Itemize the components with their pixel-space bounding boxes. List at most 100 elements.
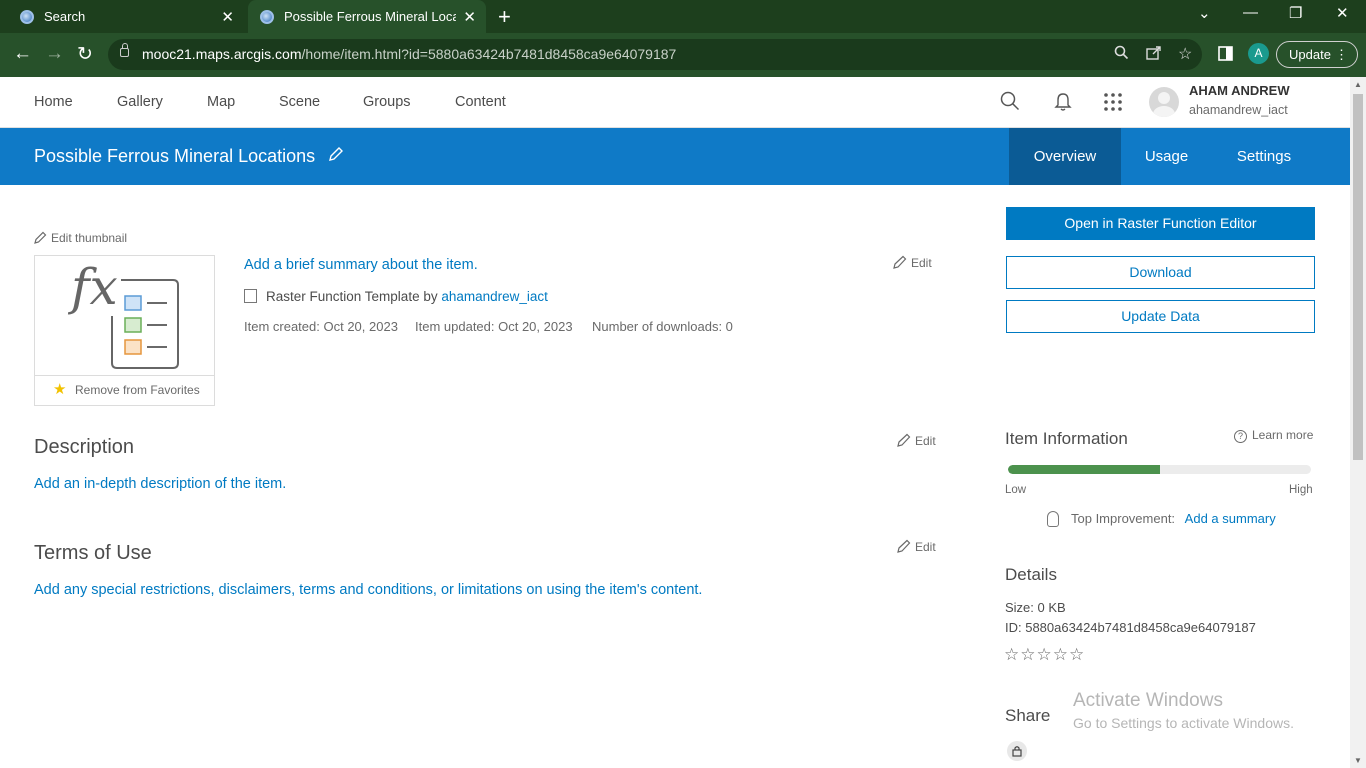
tab-title: Possible Ferrous Mineral Locatio — [284, 9, 456, 24]
address-bar[interactable]: mooc21.maps.arcgis.com/home/item.html?id… — [108, 39, 1202, 70]
minimize-window-button[interactable]: — — [1243, 4, 1258, 21]
forward-button[interactable]: → — [45, 43, 64, 65]
edit-description-button[interactable]: Edit — [897, 433, 936, 448]
globe-favicon-icon — [260, 9, 274, 24]
bookmark-star-icon[interactable]: ☆ — [1178, 44, 1192, 64]
globe-favicon-icon — [20, 9, 34, 24]
lightbulb-icon — [1047, 511, 1059, 527]
meter-high-label: High — [1289, 484, 1313, 496]
help-circle-icon: ? — [1234, 430, 1247, 443]
scroll-up-arrow-icon[interactable]: ▲ — [1354, 80, 1362, 89]
edit-label: Edit — [915, 540, 936, 554]
browser-update-button[interactable]: Update ⋮ — [1276, 41, 1358, 68]
side-panel-icon[interactable] — [1218, 46, 1233, 65]
edit-thumbnail-label: Edit thumbnail — [51, 231, 128, 245]
tab-title: Search — [44, 9, 86, 24]
learn-more-link[interactable]: ? Learn more — [1234, 428, 1313, 443]
item-created: Item created: Oct 20, 2023 — [244, 319, 398, 334]
learn-more-label: Learn more — [1252, 428, 1314, 442]
scrollbar-thumb[interactable] — [1353, 94, 1363, 460]
item-information-heading: Item Information — [1005, 429, 1128, 448]
activate-windows-subtext: Go to Settings to activate Windows. — [1073, 715, 1294, 731]
meter-low-label: Low — [1005, 484, 1027, 496]
pencil-icon — [897, 539, 911, 553]
edit-title-pencil-icon[interactable] — [328, 146, 344, 167]
add-summary-improvement-link[interactable]: Add a summary — [1185, 511, 1276, 526]
edit-thumbnail-link[interactable]: Edit thumbnail — [34, 231, 127, 245]
item-size: Size: 0 KB — [1005, 600, 1066, 615]
open-raster-function-editor-button[interactable]: Open in Raster Function Editor — [1006, 207, 1315, 240]
browser-profile-avatar[interactable]: A — [1248, 43, 1269, 64]
back-button[interactable]: ← — [13, 43, 32, 65]
pencil-icon — [897, 433, 911, 447]
remove-from-favorites-button[interactable]: ★ Remove from Favorites — [35, 375, 214, 405]
user-full-name[interactable]: AHAM ANDREW — [1189, 83, 1290, 98]
pencil-icon — [34, 231, 47, 244]
close-window-button[interactable]: ✕ — [1336, 4, 1349, 22]
edit-label: Edit — [915, 434, 936, 448]
rating-stars[interactable]: ☆☆☆☆☆ — [1004, 645, 1085, 665]
app-launcher-icon[interactable] — [1103, 92, 1123, 117]
user-avatar[interactable] — [1149, 87, 1179, 117]
item-information-meter-fill — [1008, 465, 1160, 474]
star-filled-icon: ★ — [53, 381, 67, 398]
nav-home[interactable]: Home — [34, 94, 73, 110]
zoom-search-icon[interactable] — [1114, 45, 1129, 64]
share-private-lock-icon — [1007, 741, 1027, 761]
url-text: mooc21.maps.arcgis.com/home/item.html?id… — [142, 46, 677, 62]
nav-content[interactable]: Content — [455, 94, 506, 110]
favorites-label: Remove from Favorites — [75, 383, 200, 397]
item-type-label: Raster Function Template by — [266, 289, 438, 304]
edit-terms-button[interactable]: Edit — [897, 539, 936, 554]
details-heading: Details — [1005, 565, 1057, 584]
item-title: Possible Ferrous Mineral Locations — [34, 146, 316, 166]
item-title-banner: Possible Ferrous Mineral Locations Overv… — [0, 128, 1350, 185]
close-tab-icon[interactable]: ✕ — [221, 8, 234, 26]
browser-tab-strip: Search ✕ Possible Ferrous Mineral Locati… — [0, 0, 1366, 33]
page-scrollbar[interactable]: ▲ ▼ — [1350, 77, 1366, 768]
update-label: Update — [1289, 47, 1331, 62]
browser-toolbar: ← → ↻ mooc21.maps.arcgis.com/home/item.h… — [0, 33, 1366, 77]
update-data-button[interactable]: Update Data — [1006, 300, 1315, 333]
nav-map[interactable]: Map — [207, 94, 235, 110]
close-tab-icon[interactable]: ✕ — [463, 8, 476, 26]
item-thumbnail: fx ★ Remove from Favorites — [34, 255, 215, 406]
site-header: Home Gallery Map Scene Groups Content AH… — [0, 77, 1350, 128]
download-button[interactable]: Download — [1006, 256, 1315, 289]
add-terms-link[interactable]: Add any special restrictions, disclaimer… — [34, 582, 702, 598]
top-improvement-label: Top Improvement: — [1071, 511, 1176, 526]
user-id[interactable]: ahamandrew_iact — [1189, 103, 1288, 117]
share-icon[interactable] — [1146, 45, 1162, 64]
add-description-link[interactable]: Add an in-depth description of the item. — [34, 476, 286, 492]
lock-icon[interactable] — [120, 43, 129, 57]
tab-settings[interactable]: Settings — [1212, 128, 1316, 185]
pencil-icon — [893, 255, 907, 269]
tab-search-chevron-icon[interactable]: ⌄ — [1198, 4, 1211, 22]
reload-button[interactable]: ↻ — [77, 43, 93, 66]
notifications-bell-icon[interactable] — [1054, 92, 1072, 117]
scroll-down-arrow-icon[interactable]: ▼ — [1354, 756, 1362, 765]
browser-menu-icon[interactable]: ⋮ — [1335, 42, 1348, 67]
owner-link[interactable]: ahamandrew_iact — [441, 289, 548, 304]
download-count: Number of downloads: 0 — [592, 319, 733, 334]
svg-text:fx: fx — [67, 258, 118, 316]
description-heading: Description — [34, 436, 135, 458]
tab-usage[interactable]: Usage — [1121, 128, 1212, 185]
add-summary-link[interactable]: Add a brief summary about the item. — [244, 257, 478, 273]
restore-window-button[interactable]: ❐ — [1289, 4, 1302, 22]
browser-tab-item[interactable]: Possible Ferrous Mineral Locatio ✕ — [248, 0, 486, 33]
terms-of-use-heading: Terms of Use — [34, 542, 152, 564]
nav-groups[interactable]: Groups — [363, 94, 411, 110]
nav-gallery[interactable]: Gallery — [117, 94, 163, 110]
item-updated: Item updated: Oct 20, 2023 — [415, 319, 573, 334]
nav-scene[interactable]: Scene — [279, 94, 320, 110]
activate-windows-watermark: Activate Windows — [1073, 690, 1223, 711]
edit-summary-button[interactable]: Edit — [893, 255, 932, 270]
raster-function-template-icon — [244, 289, 257, 303]
new-tab-button[interactable]: + — [498, 4, 511, 30]
search-icon[interactable] — [1000, 91, 1020, 116]
item-type-line: Raster Function Template by ahamandrew_i… — [244, 289, 548, 304]
top-improvement: Top Improvement: Add a summary — [1047, 511, 1276, 527]
browser-tab-search[interactable]: Search ✕ — [8, 0, 244, 33]
tab-overview[interactable]: Overview — [1009, 128, 1121, 185]
